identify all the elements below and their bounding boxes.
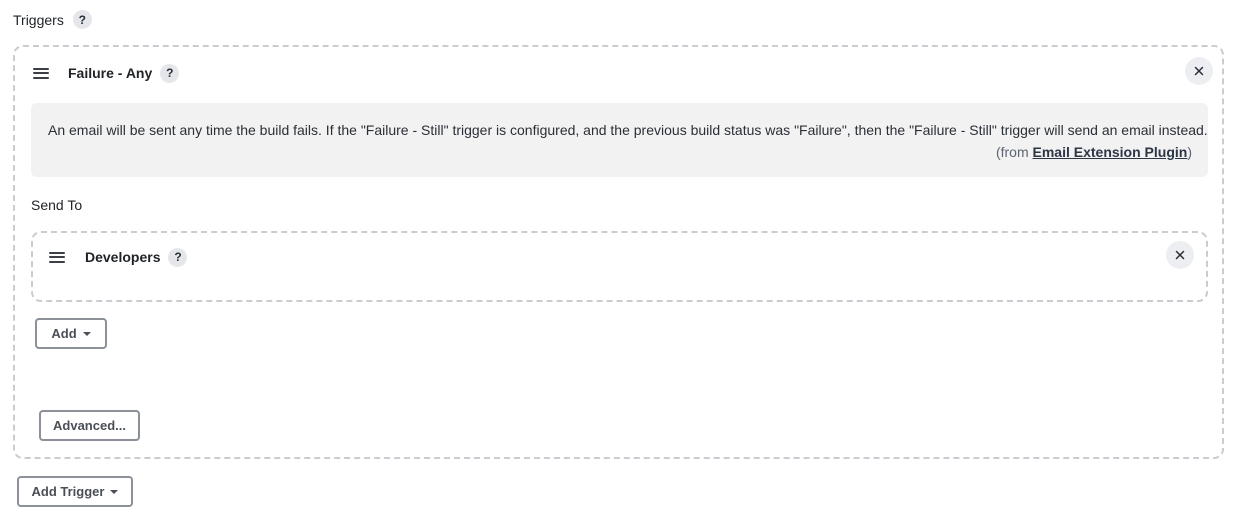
delete-trigger-button[interactable]: [1185, 57, 1213, 85]
help-icon[interactable]: ?: [160, 63, 180, 83]
recipient-developers: Developers ?: [31, 231, 1208, 302]
help-icon[interactable]: ?: [168, 247, 188, 267]
plugin-attribution: (from Email Extension Plugin): [996, 144, 1192, 160]
drag-handle-icon[interactable]: [33, 67, 49, 79]
send-to-label: Send To: [31, 197, 83, 213]
trigger-title: Failure - Any: [68, 65, 153, 81]
recipient-title: Developers: [85, 249, 161, 265]
drag-handle-icon[interactable]: [49, 251, 65, 263]
email-extension-plugin-link[interactable]: Email Extension Plugin: [1033, 144, 1188, 160]
triggers-header: Triggers ?: [13, 10, 92, 29]
trigger-header: Failure - Any ?: [33, 62, 180, 84]
trigger-failure-any: Failure - Any ? An email will be sent an…: [13, 45, 1224, 459]
advanced-label: Advanced...: [53, 418, 126, 433]
trigger-description-panel: An email will be sent any time the build…: [31, 103, 1208, 177]
trigger-description: An email will be sent any time the build…: [48, 122, 1208, 138]
advanced-button[interactable]: Advanced...: [39, 410, 140, 441]
recipient-header: Developers ?: [49, 246, 188, 268]
add-trigger-button[interactable]: Add Trigger: [17, 476, 133, 507]
delete-recipient-button[interactable]: [1166, 241, 1194, 269]
caret-down-icon: [82, 331, 91, 336]
help-icon[interactable]: ?: [72, 10, 92, 29]
close-icon: [1175, 250, 1185, 260]
close-icon: [1194, 66, 1204, 76]
add-trigger-label: Add Trigger: [31, 484, 105, 499]
from-suffix: ): [1187, 144, 1192, 160]
from-prefix: (from: [995, 144, 1033, 160]
caret-down-icon: [110, 489, 119, 494]
section-title: Triggers: [13, 11, 64, 28]
add-recipient-button[interactable]: Add: [35, 318, 107, 349]
add-recipient-label: Add: [51, 326, 77, 341]
